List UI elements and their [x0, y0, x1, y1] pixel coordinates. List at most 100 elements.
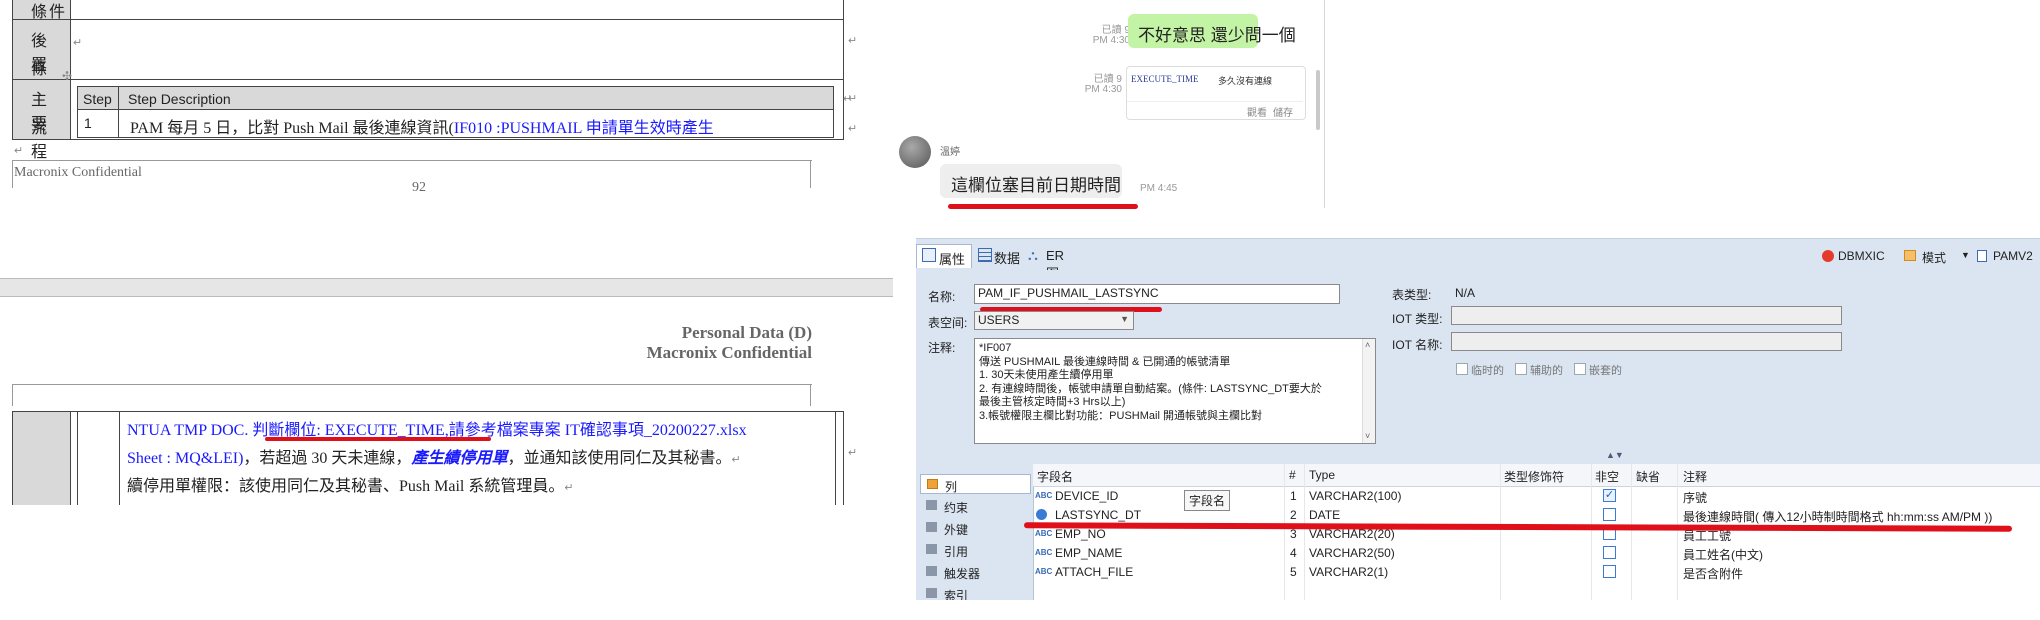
data-grid-icon: [978, 248, 992, 262]
date-type-icon: [1036, 509, 1047, 520]
indexes-icon: [926, 588, 937, 598]
header-personal-data: Personal Data (D): [681, 323, 812, 342]
nested-label: 嵌套的: [1589, 365, 1622, 377]
continued-line-3: 續停用單權限：該使用同仁及其秘書、Push Mail 系統管理員。↵: [127, 478, 574, 495]
main-label-cell: 主要 流程: [12, 79, 71, 161]
annotation-underline: [265, 437, 491, 441]
chevron-down-icon: ˅: [1365, 430, 1371, 441]
table-name-input[interactable]: PAM_IF_PUSHMAIL_LASTSYNC: [974, 284, 1340, 304]
connection-label: DBMXIC: [1838, 249, 1885, 263]
image-message[interactable]: EXECUTE_TIME 多久沒有連線 觀看 儲存: [1126, 66, 1306, 120]
nav-references[interactable]: 引用: [920, 540, 1033, 560]
schema-selector[interactable]: PAMV2: [1977, 248, 2040, 266]
not-null-checkbox[interactable]: [1603, 508, 1616, 521]
column-number: 2: [1290, 508, 1297, 522]
tab-er-diagram[interactable]: ⛬ ER 图: [1026, 244, 1080, 281]
chat-divider: [1324, 0, 1325, 208]
nav-foreign-keys[interactable]: 外键: [920, 518, 1033, 538]
not-null-checkbox[interactable]: [1603, 546, 1616, 559]
read-receipt: 已讀 9: [1093, 74, 1122, 85]
received-message-bubble[interactable]: 這欄位塞目前日期時間: [940, 164, 1122, 198]
nav-columns[interactable]: 列: [920, 474, 1031, 494]
avatar[interactable]: [899, 136, 931, 168]
main-label-2: 流程: [31, 118, 52, 161]
columns-header: 字段名 # Type 类型修饰符 非空 缺省 注释: [1033, 464, 2040, 487]
header-modifier[interactable]: 类型修饰符: [1504, 468, 1564, 485]
comment-scrollbar[interactable]: ˄ ˅: [1362, 339, 1375, 443]
comment-textarea[interactable]: *IF007 傳送 PUSHMAIL 最後連線時間 & 已開通的帳號清單 1. …: [974, 338, 1376, 444]
table-row[interactable]: ABC EMP_NAME 4 VARCHAR2(50) 員工姓名(中文): [1033, 544, 2040, 563]
iot-name-input[interactable]: [1451, 332, 1842, 351]
step-desc-header: Step Description: [128, 91, 231, 107]
nav-triggers-label: 触发器: [944, 567, 981, 581]
table-row[interactable]: ABC ATTACH_FILE 5 VARCHAR2(1) 是否含附件: [1033, 563, 2040, 582]
column-comment: 最後連線時間( 傳入12小時制時間格式 hh:mm:ss AM/PM )): [1683, 510, 1993, 524]
read-receipt: 已讀 9: [1101, 25, 1130, 36]
message-time: PM 4:30: [1084, 84, 1122, 95]
column-number: 4: [1290, 546, 1297, 560]
table-type-value: N/A: [1455, 286, 1476, 300]
connection-selector[interactable]: DBMXIC: [1822, 248, 1892, 266]
comment-line: 2. 有連線時間後，帳號申請單自動結案。(條件: LASTSYNC_DT要大於: [979, 382, 1322, 395]
tab-properties[interactable]: 属性: [916, 244, 972, 268]
comment-line: 1. 30天未使用產生續停用單: [979, 369, 1114, 381]
nested-checkbox[interactable]: [1574, 363, 1586, 375]
header-number[interactable]: #: [1289, 468, 1296, 482]
nav-foreign-keys-label: 外键: [944, 523, 969, 537]
chevron-up-icon: ˄: [1365, 340, 1371, 350]
header-not-null[interactable]: 非空: [1595, 468, 1619, 485]
image-text-1: EXECUTE_TIME: [1131, 74, 1199, 84]
chat-scrollbar[interactable]: [1316, 70, 1320, 130]
column-comment: 員工姓名(中文): [1683, 548, 1763, 562]
not-null-checkbox[interactable]: [1603, 565, 1616, 578]
header-default[interactable]: 缺省: [1636, 468, 1660, 485]
column-name: ATTACH_FILE: [1055, 565, 1134, 579]
column-type: VARCHAR2(100): [1309, 489, 1402, 503]
received-message-text: 這欄位塞目前日期時間: [951, 176, 1121, 195]
temporary-checkbox[interactable]: [1456, 363, 1468, 375]
annotation-underline: [948, 204, 1138, 209]
continued-step-no-col: [77, 412, 120, 512]
mode-label: 模式: [1922, 251, 1947, 265]
column-tooltip: 字段名: [1184, 490, 1231, 511]
column-type: DATE: [1309, 508, 1341, 522]
text-type-icon: ABC: [1035, 548, 1053, 557]
table-type-label: 表类型:: [1392, 288, 1432, 302]
image-view-link[interactable]: 觀看: [1247, 104, 1267, 119]
schema-label: PAMV2: [1993, 249, 2033, 263]
column-type: VARCHAR2(1): [1309, 565, 1389, 579]
tablespace-select[interactable]: USERS ▼: [974, 311, 1134, 330]
references-icon: [926, 544, 937, 554]
comment-line: 3.帳號權限主欄比對功能：PUSHMail 開通帳號與主欄比對: [979, 409, 1262, 422]
chevron-down-icon: ▼: [1961, 250, 1970, 260]
header-comment[interactable]: 注释: [1683, 468, 1707, 485]
mode-icon: [1904, 250, 1916, 261]
mode-selector[interactable]: 模式 ▼: [1904, 248, 1970, 266]
name-label: 名称:: [928, 290, 956, 304]
continued-label-cell: [12, 411, 71, 511]
sent-message-bubble[interactable]: 不好意思 還少問一個: [1128, 14, 1296, 48]
iot-type-input[interactable]: [1451, 306, 1842, 325]
header-type[interactable]: Type: [1309, 468, 1335, 482]
text-type-icon: ABC: [1035, 491, 1053, 500]
foreign-key-icon: [926, 522, 937, 532]
collapse-splitter-icon[interactable]: ▲▼: [1606, 450, 1624, 460]
step-number: 1: [84, 115, 92, 131]
footer-rule: [12, 160, 812, 161]
comment-line: 傳送 PUSHMAIL 最後連線時間 & 已開通的帳號清單: [979, 355, 1231, 368]
tablespace-value: USERS: [978, 313, 1020, 327]
nav-triggers[interactable]: 触发器: [920, 562, 1033, 582]
auxiliary-checkbox[interactable]: [1515, 363, 1527, 375]
header-field-name[interactable]: 字段名: [1037, 468, 1073, 485]
nav-references-label: 引用: [944, 545, 969, 559]
image-text-2: 多久沒有連線: [1218, 76, 1273, 86]
column-type: VARCHAR2(50): [1309, 546, 1395, 560]
header-rule: [12, 384, 812, 385]
step-header-row: Step Step Description: [77, 86, 834, 110]
doc-bottom-page: Personal Data (D) Macronix Confidential …: [0, 296, 890, 512]
tab-data[interactable]: 数据: [976, 244, 1024, 268]
not-null-checkbox[interactable]: ✓: [1603, 489, 1616, 502]
image-save-link[interactable]: 儲存: [1273, 104, 1293, 119]
nav-constraints[interactable]: 约束: [920, 496, 1033, 516]
tab-properties-label: 属性: [939, 252, 966, 267]
